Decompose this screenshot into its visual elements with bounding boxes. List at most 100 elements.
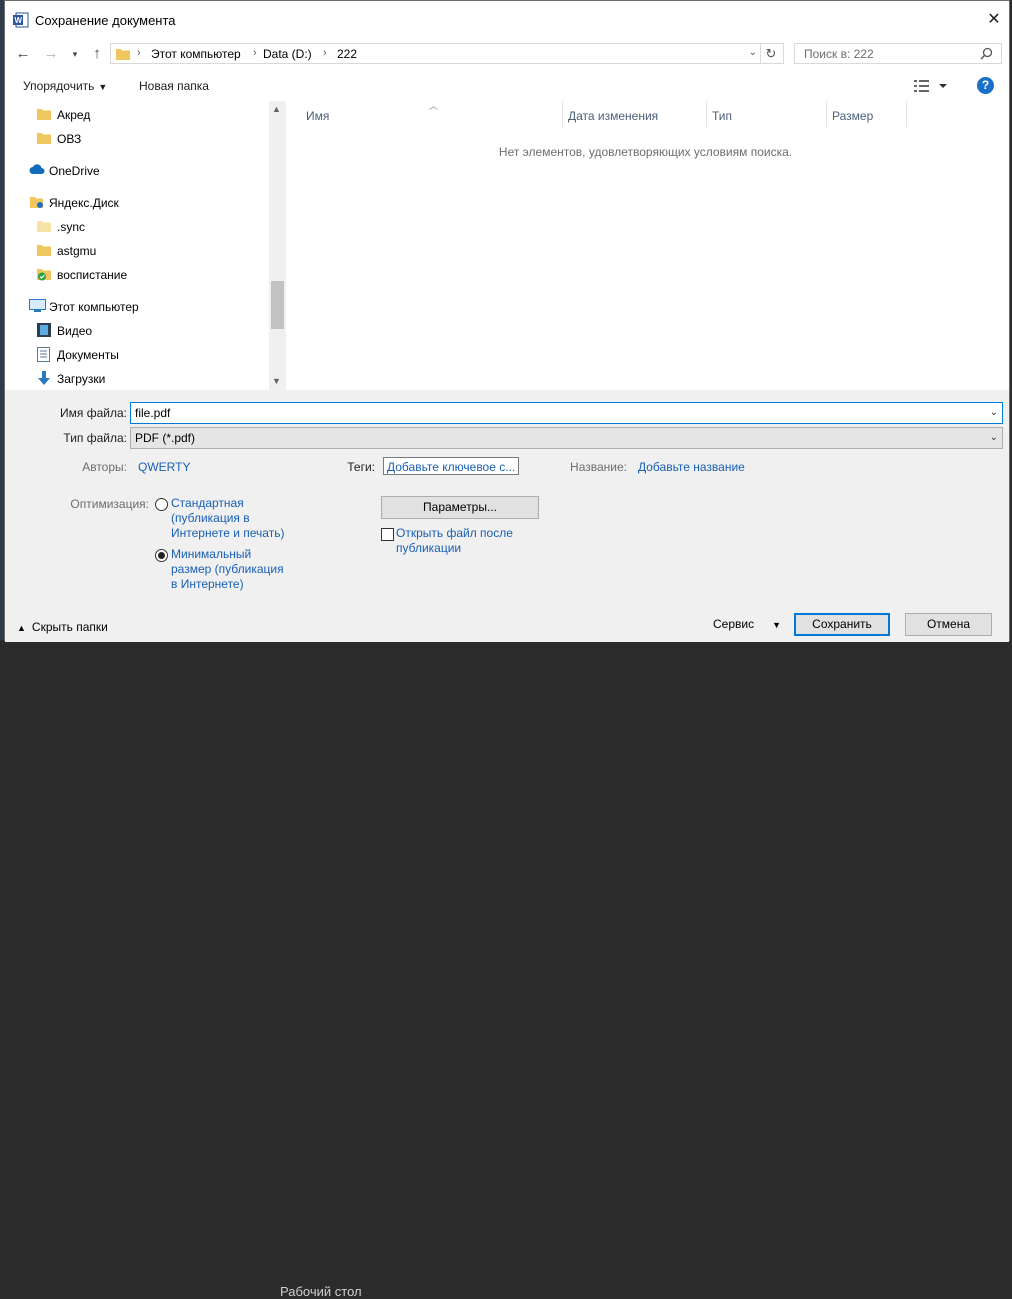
authors-field[interactable]: QWERTY <box>138 460 190 474</box>
help-icon[interactable]: ? <box>977 77 994 94</box>
documents-icon <box>37 347 50 362</box>
caret-down-icon: ▼ <box>98 82 108 92</box>
back-button[interactable]: ← <box>13 45 33 63</box>
refresh-icon: ↻ <box>765 46 777 61</box>
folder-icon <box>37 245 51 256</box>
open-after-publish-label[interactable]: Открыть файл после публикации <box>396 526 513 556</box>
svg-text:W: W <box>15 16 23 25</box>
nav-label: .sync <box>57 220 86 234</box>
nav-label: OneDrive <box>49 164 100 178</box>
filetype-value: PDF (*.pdf) <box>135 431 196 445</box>
refresh-button[interactable]: ↻ <box>760 44 781 63</box>
column-header-name[interactable]: Имя <box>306 109 329 123</box>
parameters-button[interactable]: Параметры... <box>381 496 539 519</box>
close-icon: ✕ <box>987 11 1001 28</box>
arrow-left-icon: ← <box>15 45 31 62</box>
title-field[interactable]: Добавьте название <box>638 460 745 474</box>
scroll-down-icon[interactable]: ▼ <box>272 376 281 386</box>
empty-message: Нет элементов, удовлетворяющих условиям … <box>498 145 793 159</box>
chevron-down-icon: ⌄ <box>989 432 998 443</box>
option-line: Открыть файл после <box>396 526 513 540</box>
navigation-bar: ← → ▾ ↑ › Этот компьютер › Data (D:) › 2… <box>5 41 1009 67</box>
filename-field[interactable]: file.pdf ⌄ <box>130 402 1003 424</box>
optimize-minimal-radio[interactable] <box>155 549 168 562</box>
breadcrumb-separator-icon: › <box>323 47 327 59</box>
nav-scrollbar[interactable]: ▲ ▼ <box>269 101 286 390</box>
filetype-label: Тип файла: <box>63 431 127 445</box>
column-header-type[interactable]: Тип <box>712 109 732 123</box>
save-button[interactable]: Сохранить <box>794 613 890 636</box>
background-window: Рабочий стол <box>0 640 1012 1299</box>
nav-label: воспистание <box>57 268 128 282</box>
recent-locations-button[interactable]: ▾ <box>65 45 85 63</box>
column-divider[interactable] <box>906 101 907 127</box>
caret-up-icon: ▲ <box>17 623 26 633</box>
column-divider[interactable] <box>562 101 563 127</box>
view-options-icon[interactable] <box>913 79 953 93</box>
tags-label: Теги: <box>347 460 375 474</box>
option-line: размер (публикация <box>171 562 284 576</box>
organize-label: Упорядочить <box>23 79 95 93</box>
breadcrumb-folder[interactable]: 222 <box>337 47 357 61</box>
column-header-size[interactable]: Размер <box>832 109 873 123</box>
up-button[interactable]: ↑ <box>87 45 107 63</box>
hide-folders-label: Скрыть папки <box>31 620 108 634</box>
search-box[interactable]: Поиск в: 222 <box>794 43 1002 64</box>
tools-label: Сервис <box>713 617 755 631</box>
open-after-publish-checkbox[interactable] <box>381 528 394 541</box>
folder-icon <box>37 133 51 144</box>
nav-label: ОВЗ <box>57 132 82 146</box>
cancel-button[interactable]: Отмена <box>905 613 992 636</box>
navigation-pane: Акред ОВЗ OneDrive Яндекс.Диск .sync ast… <box>5 101 286 390</box>
optimize-standard-radio[interactable] <box>155 498 168 511</box>
new-folder-button[interactable]: Новая папка <box>139 79 209 93</box>
column-header-date[interactable]: Дата изменения <box>568 109 658 123</box>
address-bar[interactable]: › Этот компьютер › Data (D:) › 222 ⌄ ↻ <box>110 43 784 64</box>
filename-label: Имя файла: <box>60 406 127 420</box>
breadcrumb-separator-icon: › <box>137 47 141 59</box>
nav-label: Акред <box>57 108 91 122</box>
option-line: Интернете и печать) <box>171 526 285 540</box>
breadcrumb-separator-icon: › <box>253 47 257 59</box>
yandex-disk-icon <box>30 197 43 208</box>
search-input[interactable]: Поиск в: 222 <box>804 47 874 61</box>
nav-label: astgmu <box>57 244 97 258</box>
nav-label: Документы <box>57 348 119 362</box>
optimize-minimal-label[interactable]: Минимальный размер (публикация в Интерне… <box>171 547 284 592</box>
chevron-down-icon[interactable]: ⌄ <box>990 407 998 418</box>
chevron-down-icon: ▾ <box>72 49 78 59</box>
window-title: Сохранение документа <box>35 13 176 28</box>
option-line: Стандартная <box>171 496 244 510</box>
folder-synced-icon <box>37 269 51 281</box>
breadcrumb-this-pc[interactable]: Этот компьютер <box>151 47 241 61</box>
folder-icon <box>37 109 51 120</box>
column-divider[interactable] <box>706 101 707 127</box>
downloads-icon <box>38 371 50 385</box>
tags-placeholder: Добавьте ключевое с... <box>387 460 516 474</box>
option-line: публикации <box>396 541 462 555</box>
arrow-right-icon: → <box>43 45 59 62</box>
nav-label: Загрузки <box>57 372 106 386</box>
address-dropdown-icon[interactable]: ⌄ <box>749 47 757 58</box>
filename-value: file.pdf <box>135 406 171 420</box>
scroll-thumb[interactable] <box>271 281 284 329</box>
video-icon <box>37 323 51 337</box>
option-line: Минимальный <box>171 547 252 561</box>
breadcrumb-drive[interactable]: Data (D:) <box>263 47 312 61</box>
close-button[interactable]: ✕ <box>979 5 1009 35</box>
scroll-up-icon[interactable]: ▲ <box>272 104 281 114</box>
command-bar: Упорядочить ▼ Новая папка ? <box>5 71 1009 101</box>
forward-button[interactable]: → <box>41 45 61 63</box>
tools-menu[interactable]: Сервис ▼ <box>713 617 781 631</box>
nav-label: Видео <box>57 324 93 338</box>
organize-menu[interactable]: Упорядочить ▼ <box>23 79 107 93</box>
hide-folders-button[interactable]: ▲ Скрыть папки <box>17 620 108 634</box>
filetype-select[interactable]: PDF (*.pdf) ⌄ <box>130 427 1003 449</box>
cloud-icon <box>29 164 45 174</box>
option-line: в Интернете) <box>171 577 244 591</box>
title-bar: W Сохранение документа ✕ <box>5 1 1009 41</box>
folder-icon <box>37 221 51 232</box>
tags-field[interactable]: Добавьте ключевое с... <box>383 457 519 475</box>
column-divider[interactable] <box>826 101 827 127</box>
optimize-standard-label[interactable]: Стандартная (публикация в Интернете и пе… <box>171 496 284 541</box>
